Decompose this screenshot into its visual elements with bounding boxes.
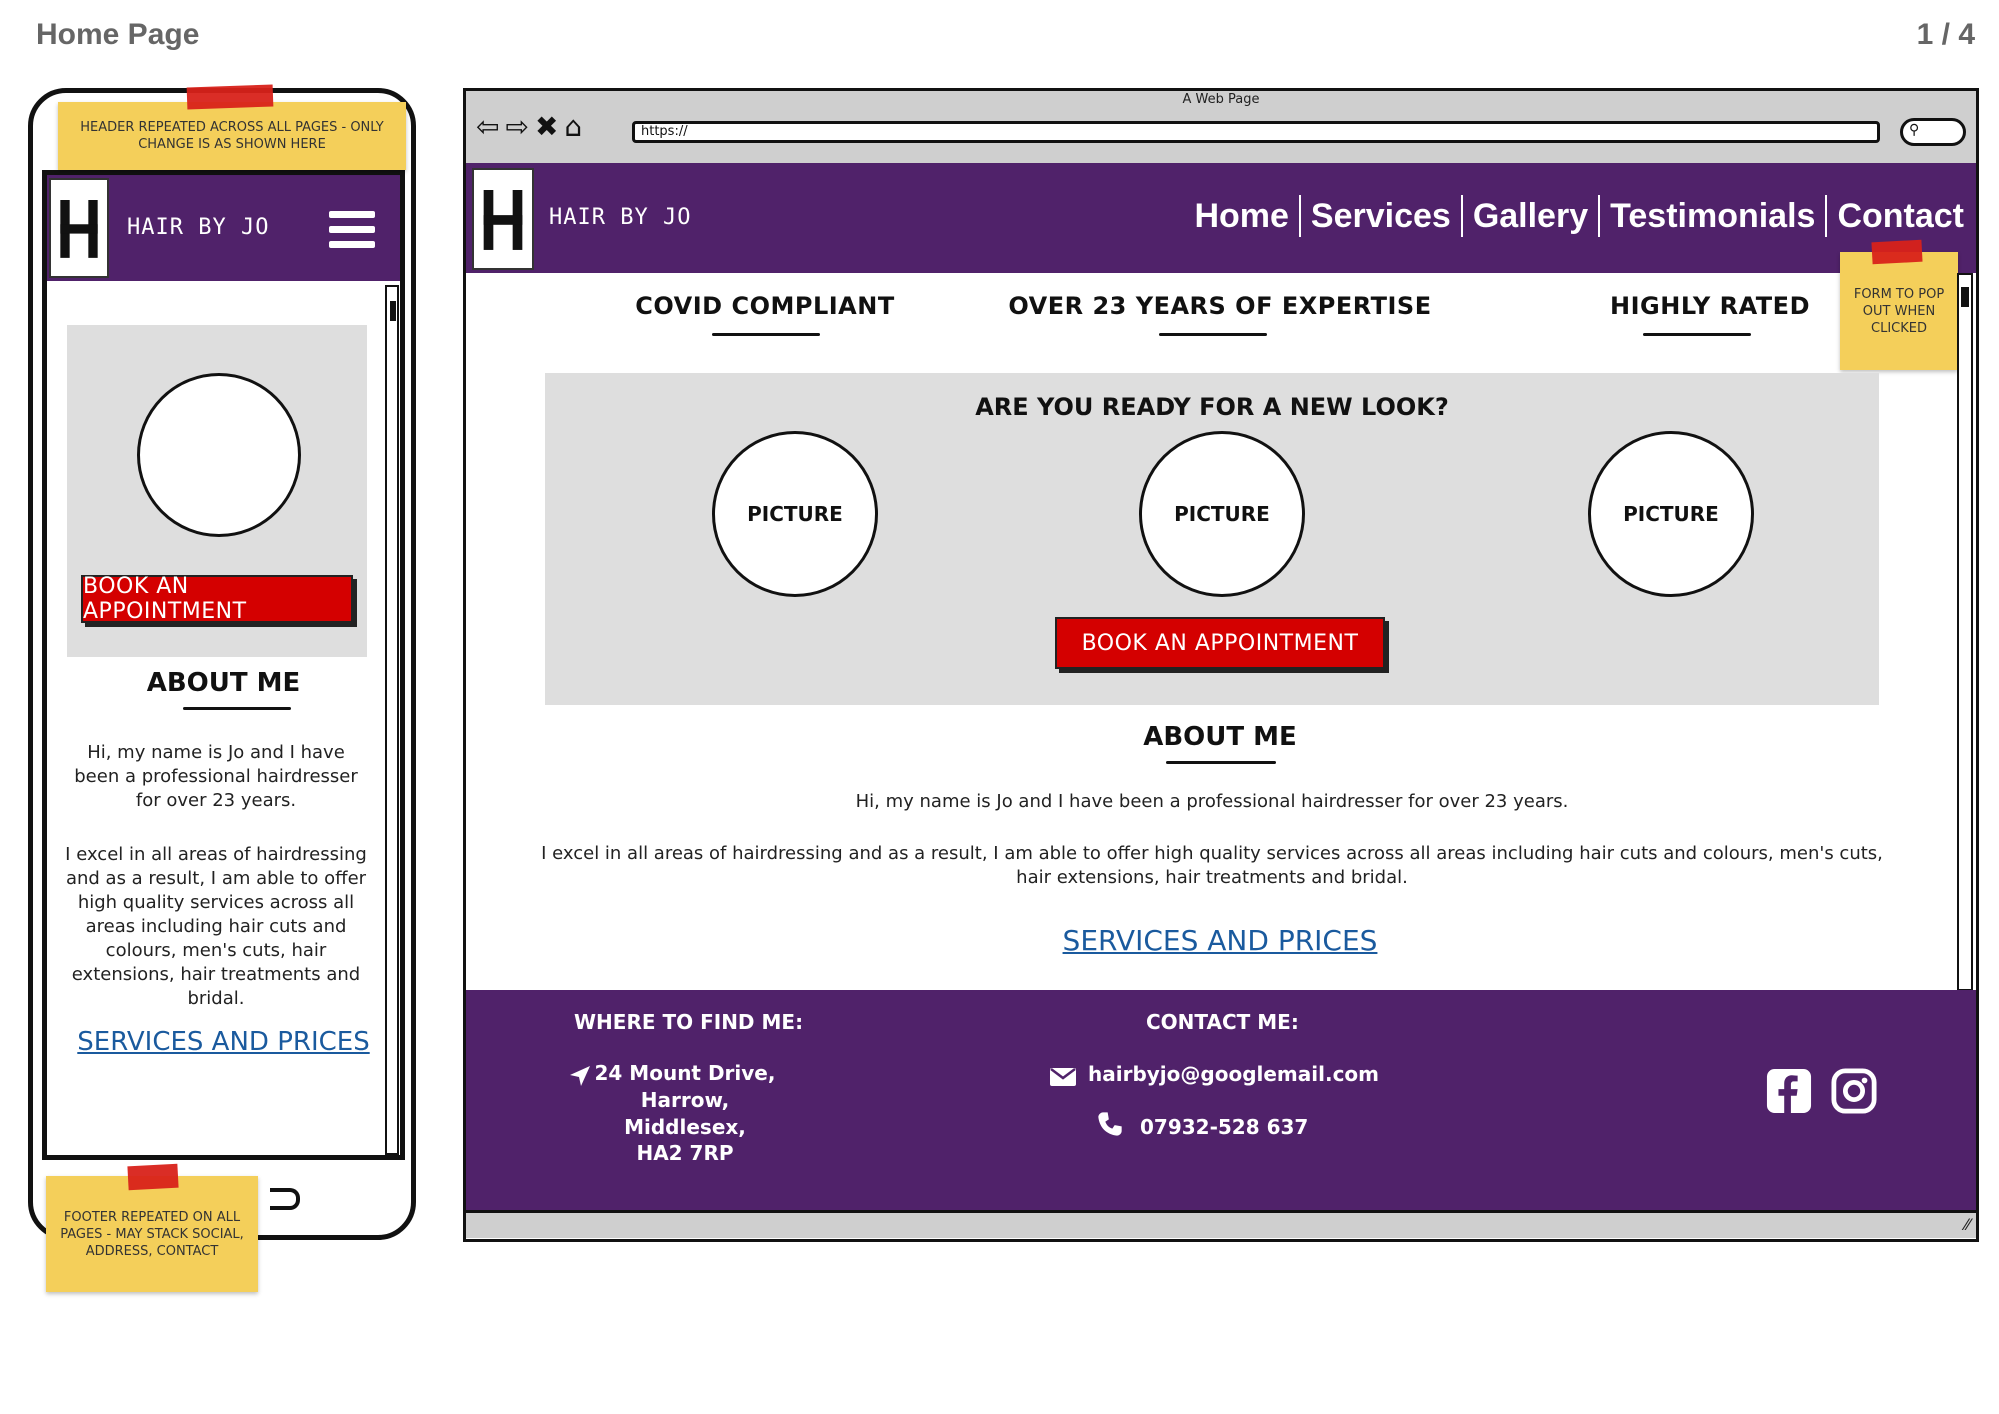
form-note-tape: [1871, 239, 1923, 265]
footer-address-line-1: 24 Mount Drive,: [594, 1061, 776, 1085]
mobile-about-heading: ABOUT ME: [146, 668, 301, 698]
header-note-tape: [186, 84, 274, 110]
mobile-book-appointment-button[interactable]: BOOK AN APPOINTMENT: [81, 574, 353, 624]
footer-address-line-2: Harrow,: [640, 1088, 730, 1112]
envelope-icon: [1050, 1068, 1076, 1086]
logo-h-icon: [483, 190, 523, 250]
footer-email[interactable]: hairbyjo@googlemail.com: [1088, 1061, 1379, 1087]
mobile-hero: BOOK AN APPOINTMENT: [67, 325, 367, 657]
feature-underline: [712, 333, 820, 336]
nav-home[interactable]: Home: [1184, 197, 1298, 236]
footer-note: FOOTER REPEATED ON ALL PAGES - MAY STACK…: [46, 1176, 258, 1292]
search-icon: ⚲: [1909, 122, 1920, 138]
nav-contact[interactable]: Contact: [1827, 197, 1974, 236]
url-bar[interactable]: https://: [632, 121, 1880, 143]
picture-placeholder-2: PICTURE: [1139, 431, 1305, 597]
browser-window-title: A Web Page: [1182, 92, 1260, 107]
mobile-about-paragraph-2: I excel in all areas of hairdressing and…: [65, 844, 367, 1009]
logo-h-icon: [60, 200, 98, 258]
mobile-about-paragraph-1: Hi, my name is Jo and I have been a prof…: [74, 742, 358, 811]
mobile-logo[interactable]: [49, 178, 109, 278]
feature-covid-compliant: COVID COMPLIANT: [635, 292, 895, 320]
close-icon[interactable]: ✖: [535, 110, 558, 143]
mobile-header: HAIR BY JO: [47, 175, 400, 281]
main-navigation: Home Services Gallery Testimonials Conta…: [1184, 195, 1974, 237]
header-note: HEADER REPEATED ACROSS ALL PAGES - ONLY …: [58, 102, 406, 170]
phone-home-button: [270, 1188, 300, 1210]
footer-note-tape: [127, 1163, 179, 1191]
picture-placeholder-3: PICTURE: [1588, 431, 1754, 597]
desktop-brand-name: HAIR BY JO: [549, 205, 692, 230]
nav-services[interactable]: Services: [1301, 197, 1461, 236]
mobile-scrollbar[interactable]: [385, 285, 399, 1155]
desktop-scrollbar[interactable]: [1957, 273, 1973, 991]
page-title: Home Page: [36, 18, 200, 51]
browser-status-bar: ⁄⁄: [466, 1210, 1976, 1238]
footer-address-line-4: HA2 7RP: [636, 1141, 734, 1165]
desktop-book-appointment-button[interactable]: BOOK AN APPOINTMENT: [1055, 617, 1385, 669]
browser-nav-icons: ⇦ ⇨ ✖ ⌂: [476, 110, 582, 143]
desktop-about-paragraph-1: Hi, my name is Jo and I have been a prof…: [855, 791, 1569, 812]
feature-experience: OVER 23 YEARS OF EXPERTISE: [1008, 292, 1432, 320]
mobile-scrollbar-thumb[interactable]: [390, 301, 396, 321]
feature-highly-rated: HIGHLY RATED: [1610, 292, 1810, 320]
browser-search-box[interactable]: ⚲: [1900, 118, 1966, 146]
desktop-scrollbar-thumb[interactable]: [1961, 287, 1969, 307]
desktop-about-paragraph-2: I excel in all areas of hairdressing and…: [541, 843, 1883, 888]
feature-underline: [1643, 333, 1751, 336]
form-note: FORM TO POP OUT WHEN CLICKED: [1840, 252, 1958, 370]
back-arrow-icon[interactable]: ⇦: [476, 110, 499, 143]
mobile-screen: HAIR BY JO BOOK AN APPOINTMENT ABOUT ME …: [42, 170, 405, 1160]
page-indicator: 1 / 4: [1916, 18, 1975, 51]
nav-testimonials[interactable]: Testimonials: [1600, 197, 1825, 236]
desktop-about-underline: [1166, 761, 1276, 764]
picture-placeholder-1: PICTURE: [712, 431, 878, 597]
hamburger-menu-icon[interactable]: [329, 211, 375, 256]
phone-icon: [1098, 1112, 1122, 1136]
forward-arrow-icon[interactable]: ⇨: [505, 110, 528, 143]
desktop-logo[interactable]: [472, 168, 534, 270]
resize-grip-icon[interactable]: ⁄⁄: [1965, 1215, 1970, 1234]
where-to-find-heading: WHERE TO FIND ME:: [574, 1010, 804, 1034]
desktop-about-heading: ABOUT ME: [1143, 722, 1297, 752]
contact-me-heading: CONTACT ME:: [1146, 1010, 1299, 1034]
mobile-about-underline: [183, 707, 291, 710]
instagram-icon[interactable]: [1831, 1068, 1877, 1114]
hero-heading: ARE YOU READY FOR A NEW LOOK?: [975, 393, 1449, 421]
footer-phone[interactable]: 07932-528 637: [1140, 1114, 1308, 1140]
home-icon[interactable]: ⌂: [564, 110, 582, 143]
desktop-services-link[interactable]: SERVICES AND PRICES: [1000, 924, 1440, 957]
nav-gallery[interactable]: Gallery: [1463, 197, 1598, 236]
feature-underline: [1159, 333, 1267, 336]
facebook-icon[interactable]: [1766, 1068, 1812, 1114]
mobile-services-link[interactable]: SERVICES AND PRICES: [47, 1027, 400, 1057]
mobile-picture-placeholder: [137, 373, 301, 537]
mobile-brand-name: HAIR BY JO: [127, 215, 270, 240]
footer-address-line-3: Middlesex,: [624, 1115, 746, 1139]
